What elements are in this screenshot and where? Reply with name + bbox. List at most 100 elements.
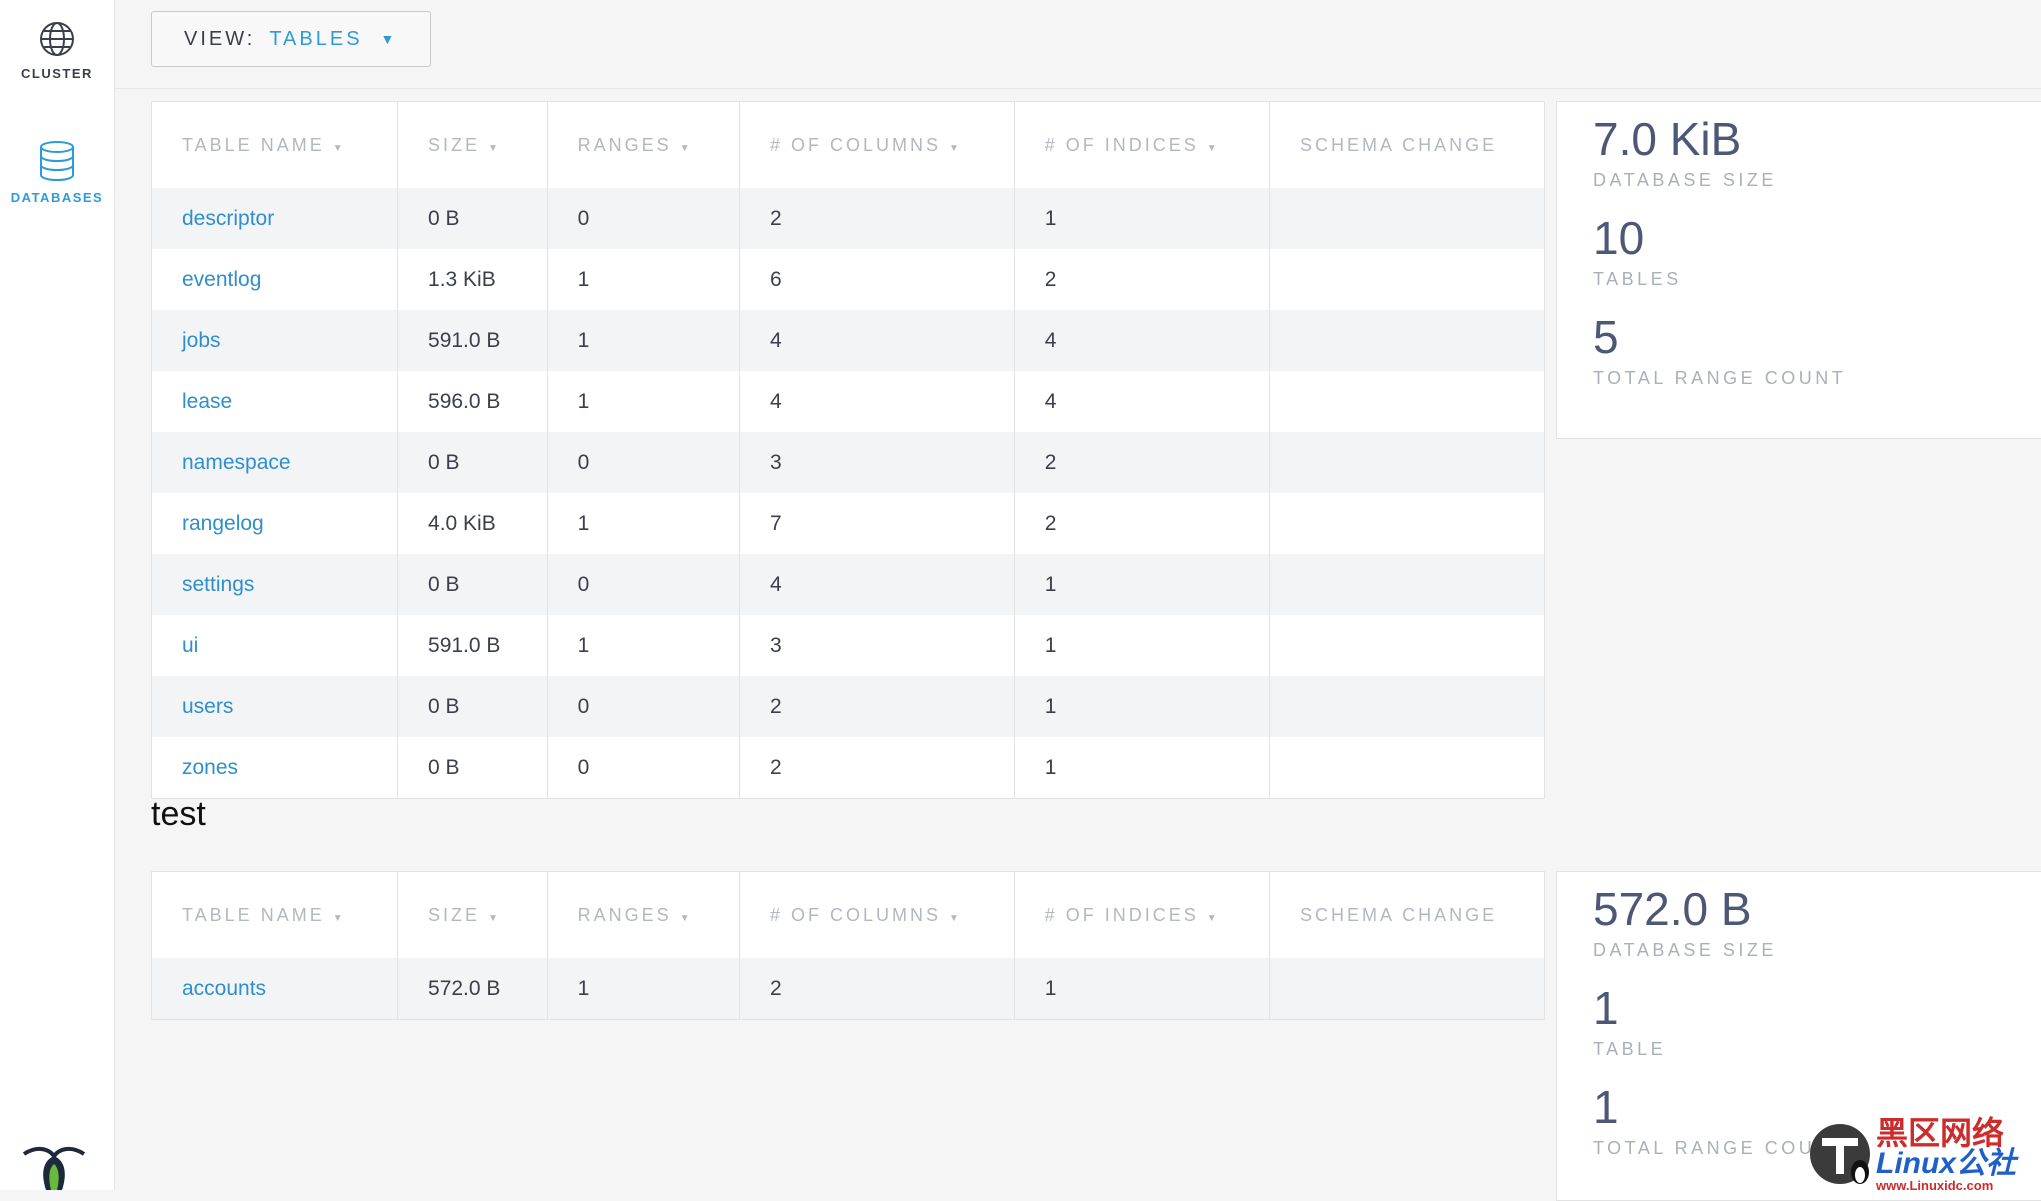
table-row: zones 0 B021 bbox=[151, 737, 1545, 799]
table-indices: 2 bbox=[1014, 249, 1271, 310]
table-ranges: 0 bbox=[547, 188, 740, 249]
table-schema-change bbox=[1269, 310, 1545, 371]
table-size: 1.3 KiB bbox=[397, 249, 548, 310]
table-indices: 4 bbox=[1014, 371, 1271, 432]
table-ranges: 1 bbox=[547, 615, 740, 676]
table-ranges: 0 bbox=[547, 554, 740, 615]
sort-caret-icon: ▼ bbox=[332, 142, 346, 154]
table-indices: 1 bbox=[1014, 188, 1271, 249]
view-select-label: VIEW: bbox=[184, 27, 256, 50]
table-name-link[interactable]: descriptor bbox=[151, 188, 399, 249]
table-indices: 2 bbox=[1014, 493, 1271, 554]
header-ranges[interactable]: RANGES ▼ bbox=[547, 871, 740, 958]
table-columns: 4 bbox=[739, 371, 1015, 432]
header-ranges[interactable]: RANGES ▼ bbox=[547, 101, 740, 188]
sort-caret-icon: ▼ bbox=[679, 142, 693, 154]
table-row: descriptor 0 B021 bbox=[151, 188, 1545, 249]
stat-value: 7.0 KiB bbox=[1593, 113, 1742, 165]
table-size: 572.0 B bbox=[397, 958, 548, 1020]
summary-stat: 1 TABLE bbox=[1593, 985, 1666, 1060]
table-name-link[interactable]: users bbox=[151, 676, 399, 737]
table-columns: 4 bbox=[739, 554, 1015, 615]
watermark: 黑区网络 Linux公社 www.Linuxidc.com bbox=[1808, 1117, 2041, 1192]
table-size: 0 B bbox=[397, 432, 548, 493]
sidebar-item-cluster[interactable]: CLUSTER bbox=[0, 20, 114, 81]
table-schema-change bbox=[1270, 615, 1545, 676]
database-icon bbox=[40, 141, 74, 182]
table-name-link[interactable]: rangelog bbox=[151, 493, 399, 554]
table-size: 0 B bbox=[397, 737, 548, 799]
header-size[interactable]: SIZE ▼ bbox=[397, 871, 548, 958]
globe-icon bbox=[40, 22, 74, 56]
table-name-link[interactable]: zones bbox=[151, 737, 399, 799]
summary-stat: 10 TABLES bbox=[1593, 215, 1682, 290]
summary-stat: 572.0 B DATABASE SIZE bbox=[1593, 886, 1777, 961]
header-columns[interactable]: # OF COLUMNS ▼ bbox=[739, 871, 1015, 958]
table-schema-change bbox=[1269, 188, 1545, 249]
table-name-link[interactable]: namespace bbox=[151, 432, 399, 493]
table-schema-change bbox=[1270, 493, 1545, 554]
summary-stat: 5 TOTAL RANGE COUNT bbox=[1593, 314, 1846, 389]
table-schema-change bbox=[1269, 554, 1545, 615]
table-size: 0 B bbox=[397, 676, 548, 737]
sidebar-item-label: DATABASES bbox=[10, 190, 104, 205]
table-name-link[interactable]: ui bbox=[151, 615, 399, 676]
table-row: settings 0 B041 bbox=[151, 554, 1545, 615]
stat-label: TABLE bbox=[1593, 1039, 1667, 1059]
table-ranges: 1 bbox=[547, 958, 740, 1020]
header-divider bbox=[114, 88, 2041, 89]
table-row: users 0 B021 bbox=[151, 676, 1545, 737]
sort-caret-icon: ▼ bbox=[488, 142, 501, 154]
table-name-link[interactable]: lease bbox=[151, 371, 399, 432]
table-indices: 1 bbox=[1014, 615, 1271, 676]
summary-stat: 7.0 KiB DATABASE SIZE bbox=[1593, 116, 1777, 191]
stat-label: DATABASE SIZE bbox=[1593, 940, 1777, 960]
sort-caret-icon: ▼ bbox=[948, 142, 962, 154]
view-select-value: TABLES bbox=[269, 27, 363, 50]
table-schema-change bbox=[1270, 737, 1545, 799]
header-table-name[interactable]: TABLE NAME ▼ bbox=[151, 101, 399, 188]
stat-label: TOTAL RANGE COUNT bbox=[1593, 368, 1847, 388]
header-table-name[interactable]: TABLE NAME ▼ bbox=[151, 871, 399, 958]
header-indices[interactable]: # OF INDICES ▼ bbox=[1014, 101, 1271, 188]
table-name-link[interactable]: eventlog bbox=[151, 249, 399, 310]
sidebar-item-databases[interactable]: DATABASES bbox=[0, 140, 114, 205]
table-row: ui 591.0 B131 bbox=[151, 615, 1545, 676]
sort-caret-icon: ▼ bbox=[332, 912, 346, 924]
header-indices[interactable]: # OF INDICES ▼ bbox=[1014, 871, 1271, 958]
database-summary: 7.0 KiB DATABASE SIZE 10 TABLES 5 TOTAL … bbox=[1556, 101, 2041, 439]
stat-label: TABLES bbox=[1593, 269, 1682, 289]
table-row: accounts 572.0 B121 bbox=[151, 958, 1545, 1020]
sidebar: CLUSTER DATABASES bbox=[0, 0, 115, 1190]
table-ranges: 1 bbox=[547, 371, 740, 432]
table-size: 591.0 B bbox=[397, 310, 548, 371]
header-size[interactable]: SIZE ▼ bbox=[397, 101, 548, 188]
table-header-row: TABLE NAME ▼ SIZE ▼ RANGES ▼ # OF COLUMNS ▼ … bbox=[151, 101, 1545, 188]
table-columns: 6 bbox=[739, 249, 1015, 310]
sort-caret-icon: ▼ bbox=[1206, 912, 1220, 924]
watermark-en: Linux公社 bbox=[1876, 1146, 2016, 1180]
tables-table: TABLE NAME ▼ SIZE ▼ RANGES ▼ # OF COLUMNS ▼ … bbox=[151, 871, 1545, 1020]
caret-down-icon: ▼ bbox=[380, 31, 398, 47]
sort-caret-icon: ▼ bbox=[679, 912, 693, 924]
table-header-row: TABLE NAME ▼ SIZE ▼ RANGES ▼ # OF COLUMNS ▼ … bbox=[151, 871, 1545, 958]
table-size: 0 B bbox=[397, 554, 548, 615]
table-schema-change bbox=[1269, 958, 1545, 1020]
table-columns: 3 bbox=[739, 432, 1015, 493]
penguin-icon bbox=[1810, 1124, 1870, 1184]
sort-caret-icon: ▼ bbox=[948, 912, 962, 924]
header-columns[interactable]: # OF COLUMNS ▼ bbox=[739, 101, 1015, 188]
sort-caret-icon: ▼ bbox=[488, 912, 501, 924]
stat-value: 5 bbox=[1593, 311, 1619, 363]
view-select[interactable]: VIEW: TABLES ▼ bbox=[151, 11, 431, 67]
table-name-link[interactable]: settings bbox=[151, 554, 399, 615]
table-columns: 3 bbox=[739, 615, 1015, 676]
table-name-link[interactable]: jobs bbox=[151, 310, 399, 371]
table-size: 596.0 B bbox=[397, 371, 548, 432]
table-row: eventlog 1.3 KiB 1 6 2 bbox=[151, 249, 1545, 310]
table-indices: 4 bbox=[1014, 310, 1271, 371]
header-schema-change: SCHEMA CHANGE bbox=[1300, 904, 1498, 925]
table-row: lease 596.0 B144 bbox=[151, 371, 1545, 432]
table-name-link[interactable]: accounts bbox=[151, 958, 399, 1020]
table-size: 4.0 KiB bbox=[397, 493, 548, 554]
